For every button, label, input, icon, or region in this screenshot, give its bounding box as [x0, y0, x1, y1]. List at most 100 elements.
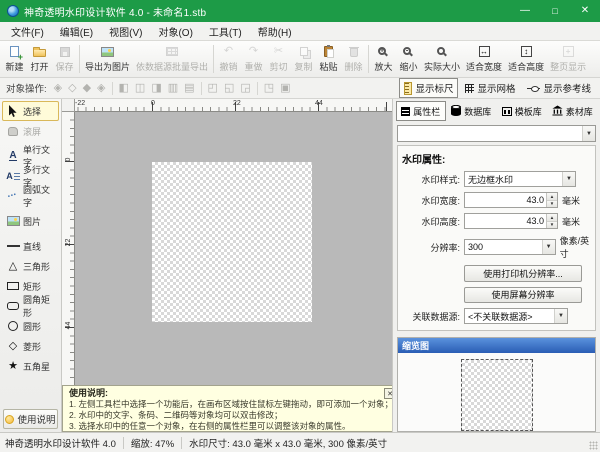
menu-tools[interactable]: 工具(T) [201, 22, 250, 41]
grid-icon [465, 84, 474, 93]
use-screen-dpi-button[interactable]: 使用屏幕分辨率 [464, 287, 582, 304]
multi-text-icon: A [6, 172, 20, 181]
datasource-select[interactable]: <不关联数据源> ▼ [464, 308, 568, 324]
bulb-icon [5, 415, 14, 424]
undo-icon: ↶ [224, 46, 233, 57]
chevron-down-icon: ▼ [562, 172, 575, 186]
objectbar-separator [201, 82, 202, 95]
usage-help-button[interactable]: 使用说明 [3, 409, 58, 429]
bring-forward-icon[interactable]: ◇ [68, 83, 76, 94]
tool-diamond[interactable]: ◇ 菱形 [2, 336, 59, 356]
save-icon [60, 47, 70, 57]
tool-star[interactable]: ★ 五角星 [2, 356, 59, 376]
send-to-back-icon[interactable]: ◈ [97, 83, 105, 94]
paste-button[interactable]: 粘贴 [316, 42, 341, 76]
tab-materials[interactable]: 素材库 [548, 101, 598, 121]
maximize-button[interactable]: □ [540, 0, 570, 22]
resize-grip[interactable] [589, 441, 598, 450]
menu-view[interactable]: 视图(V) [101, 22, 150, 41]
tool-pan[interactable]: 滚屏 [2, 121, 59, 141]
group-icon[interactable]: ◳ [264, 83, 274, 94]
cut-button[interactable]: ✂ 剪切 [266, 42, 291, 76]
open-button[interactable]: 打开 [27, 42, 52, 76]
send-backward-icon[interactable]: ◆ [83, 83, 91, 94]
width-row: 水印宽度: 43.0 ▲▼ 毫米 [402, 192, 591, 208]
save-button[interactable]: 保存 [52, 42, 77, 76]
align-left-icon[interactable]: ◧ [119, 83, 129, 94]
menu-help[interactable]: 帮助(H) [250, 22, 300, 41]
usage-help-box: 使用说明: 1. 左侧工具栏中选择一个功能后，在画布区域按住鼠标左键拖动，即可添… [62, 385, 392, 432]
canvas-area[interactable]: -22 0 22 44 0 22 44 使用说明: 1. 左侧工具栏中选择一个功… [62, 99, 392, 432]
image-icon [7, 216, 20, 226]
fit-page-icon: + [563, 46, 574, 57]
zoom-out-button[interactable]: - 缩小 [396, 42, 421, 76]
watermark-artboard[interactable] [152, 162, 312, 322]
fit-height-icon: ↕ [521, 46, 532, 57]
tool-triangle[interactable]: △ 三角形 [2, 256, 59, 276]
export-image-button[interactable]: 导出为图片 [82, 42, 133, 76]
actual-size-button[interactable]: 实际大小 [421, 42, 463, 76]
close-button[interactable]: ✕ [570, 0, 600, 22]
batch-export-button[interactable]: 依数据源批量导出 [133, 42, 211, 76]
align-bottom-icon[interactable]: ◲ [240, 83, 250, 94]
height-spinner[interactable]: ▲▼ [546, 214, 557, 228]
show-guides-toggle[interactable]: 显示参考线 [522, 78, 596, 98]
undo-button[interactable]: ↶ 撤销 [216, 42, 241, 76]
align-top-icon[interactable]: ◰ [208, 83, 218, 94]
batch-export-icon [166, 47, 178, 56]
watermark-style-select[interactable]: 无边框水印 ▼ [464, 171, 576, 187]
template-icon [502, 107, 512, 116]
tool-circle[interactable]: 圆形 [2, 316, 59, 336]
tool-arc-text[interactable]: ••• 圆弧文字 [2, 186, 59, 206]
new-file-icon [10, 46, 19, 57]
use-printer-dpi-button[interactable]: 使用打印机分辨率... [464, 265, 582, 282]
copy-button[interactable]: 复制 [291, 42, 316, 76]
menu-file[interactable]: 文件(F) [3, 22, 52, 41]
chevron-down-icon: ▼ [582, 126, 595, 141]
show-ruler-toggle[interactable]: 显示标尺 [399, 78, 458, 98]
line-icon [7, 245, 20, 247]
show-grid-toggle[interactable]: 显示网格 [460, 78, 520, 98]
width-spinner[interactable]: ▲▼ [546, 193, 557, 207]
tab-properties[interactable]: 属性栏 [396, 101, 446, 121]
tool-select[interactable]: 选择 [2, 101, 59, 121]
watermark-height-input[interactable]: 43.0 ▲▼ [464, 213, 558, 229]
help-close-button[interactable]: ✕ [384, 388, 392, 399]
menu-edit[interactable]: 编辑(E) [52, 22, 101, 41]
horizontal-ruler: -22 0 22 44 [75, 99, 392, 112]
watermark-width-input[interactable]: 43.0 ▲▼ [464, 192, 558, 208]
ungroup-icon[interactable]: ▣ [280, 83, 290, 94]
fit-width-button[interactable]: ↔ 适合宽度 [463, 42, 505, 76]
help-line: 1. 左侧工具栏中选择一个功能后，在画布区域按住鼠标左键拖动，即可添加一个对象； [69, 399, 392, 410]
object-selector-combobox[interactable]: ▼ [397, 125, 596, 142]
toolbar-separator [213, 45, 214, 73]
distribute-vertical-icon[interactable]: ▤ [184, 83, 194, 94]
minimize-button[interactable]: — [510, 0, 540, 22]
align-right-icon[interactable]: ◨ [151, 83, 161, 94]
align-center-icon[interactable]: ◫ [135, 83, 145, 94]
tab-database[interactable]: 数据库 [447, 101, 497, 121]
tool-line[interactable]: 直线 [2, 236, 59, 256]
zoom-in-button[interactable]: + 放大 [371, 42, 396, 76]
panel-tabs: 属性栏 数据库 模板库 素材库 [396, 101, 597, 121]
fit-height-button[interactable]: ↕ 适合高度 [505, 42, 547, 76]
distribute-horizontal-icon[interactable]: ▥ [168, 83, 178, 94]
new-button[interactable]: 新建 [2, 42, 27, 76]
fit-page-button[interactable]: + 整页显示 [547, 42, 589, 76]
zoom-in-icon: + [378, 47, 386, 55]
align-middle-icon[interactable]: ◱ [224, 83, 234, 94]
single-text-icon: A [9, 151, 16, 161]
rectangle-icon [7, 282, 19, 290]
menu-object[interactable]: 对象(O) [150, 22, 200, 41]
bring-to-front-icon[interactable]: ◈ [54, 83, 62, 94]
thumbnail-panel: 缩览图 [397, 337, 596, 432]
tab-templates[interactable]: 模板库 [497, 101, 547, 121]
tool-rounded-rectangle[interactable]: 圆角矩形 [2, 296, 59, 316]
rounded-rectangle-icon [7, 302, 19, 310]
thumbnail-preview[interactable] [461, 359, 533, 431]
tool-image[interactable]: 图片 [2, 211, 59, 231]
resolution-select[interactable]: 300 ▼ [464, 239, 556, 255]
delete-button[interactable]: 删除 [341, 42, 366, 76]
right-panel: 属性栏 数据库 模板库 素材库 [392, 99, 600, 432]
redo-button[interactable]: ↷ 重做 [241, 42, 266, 76]
